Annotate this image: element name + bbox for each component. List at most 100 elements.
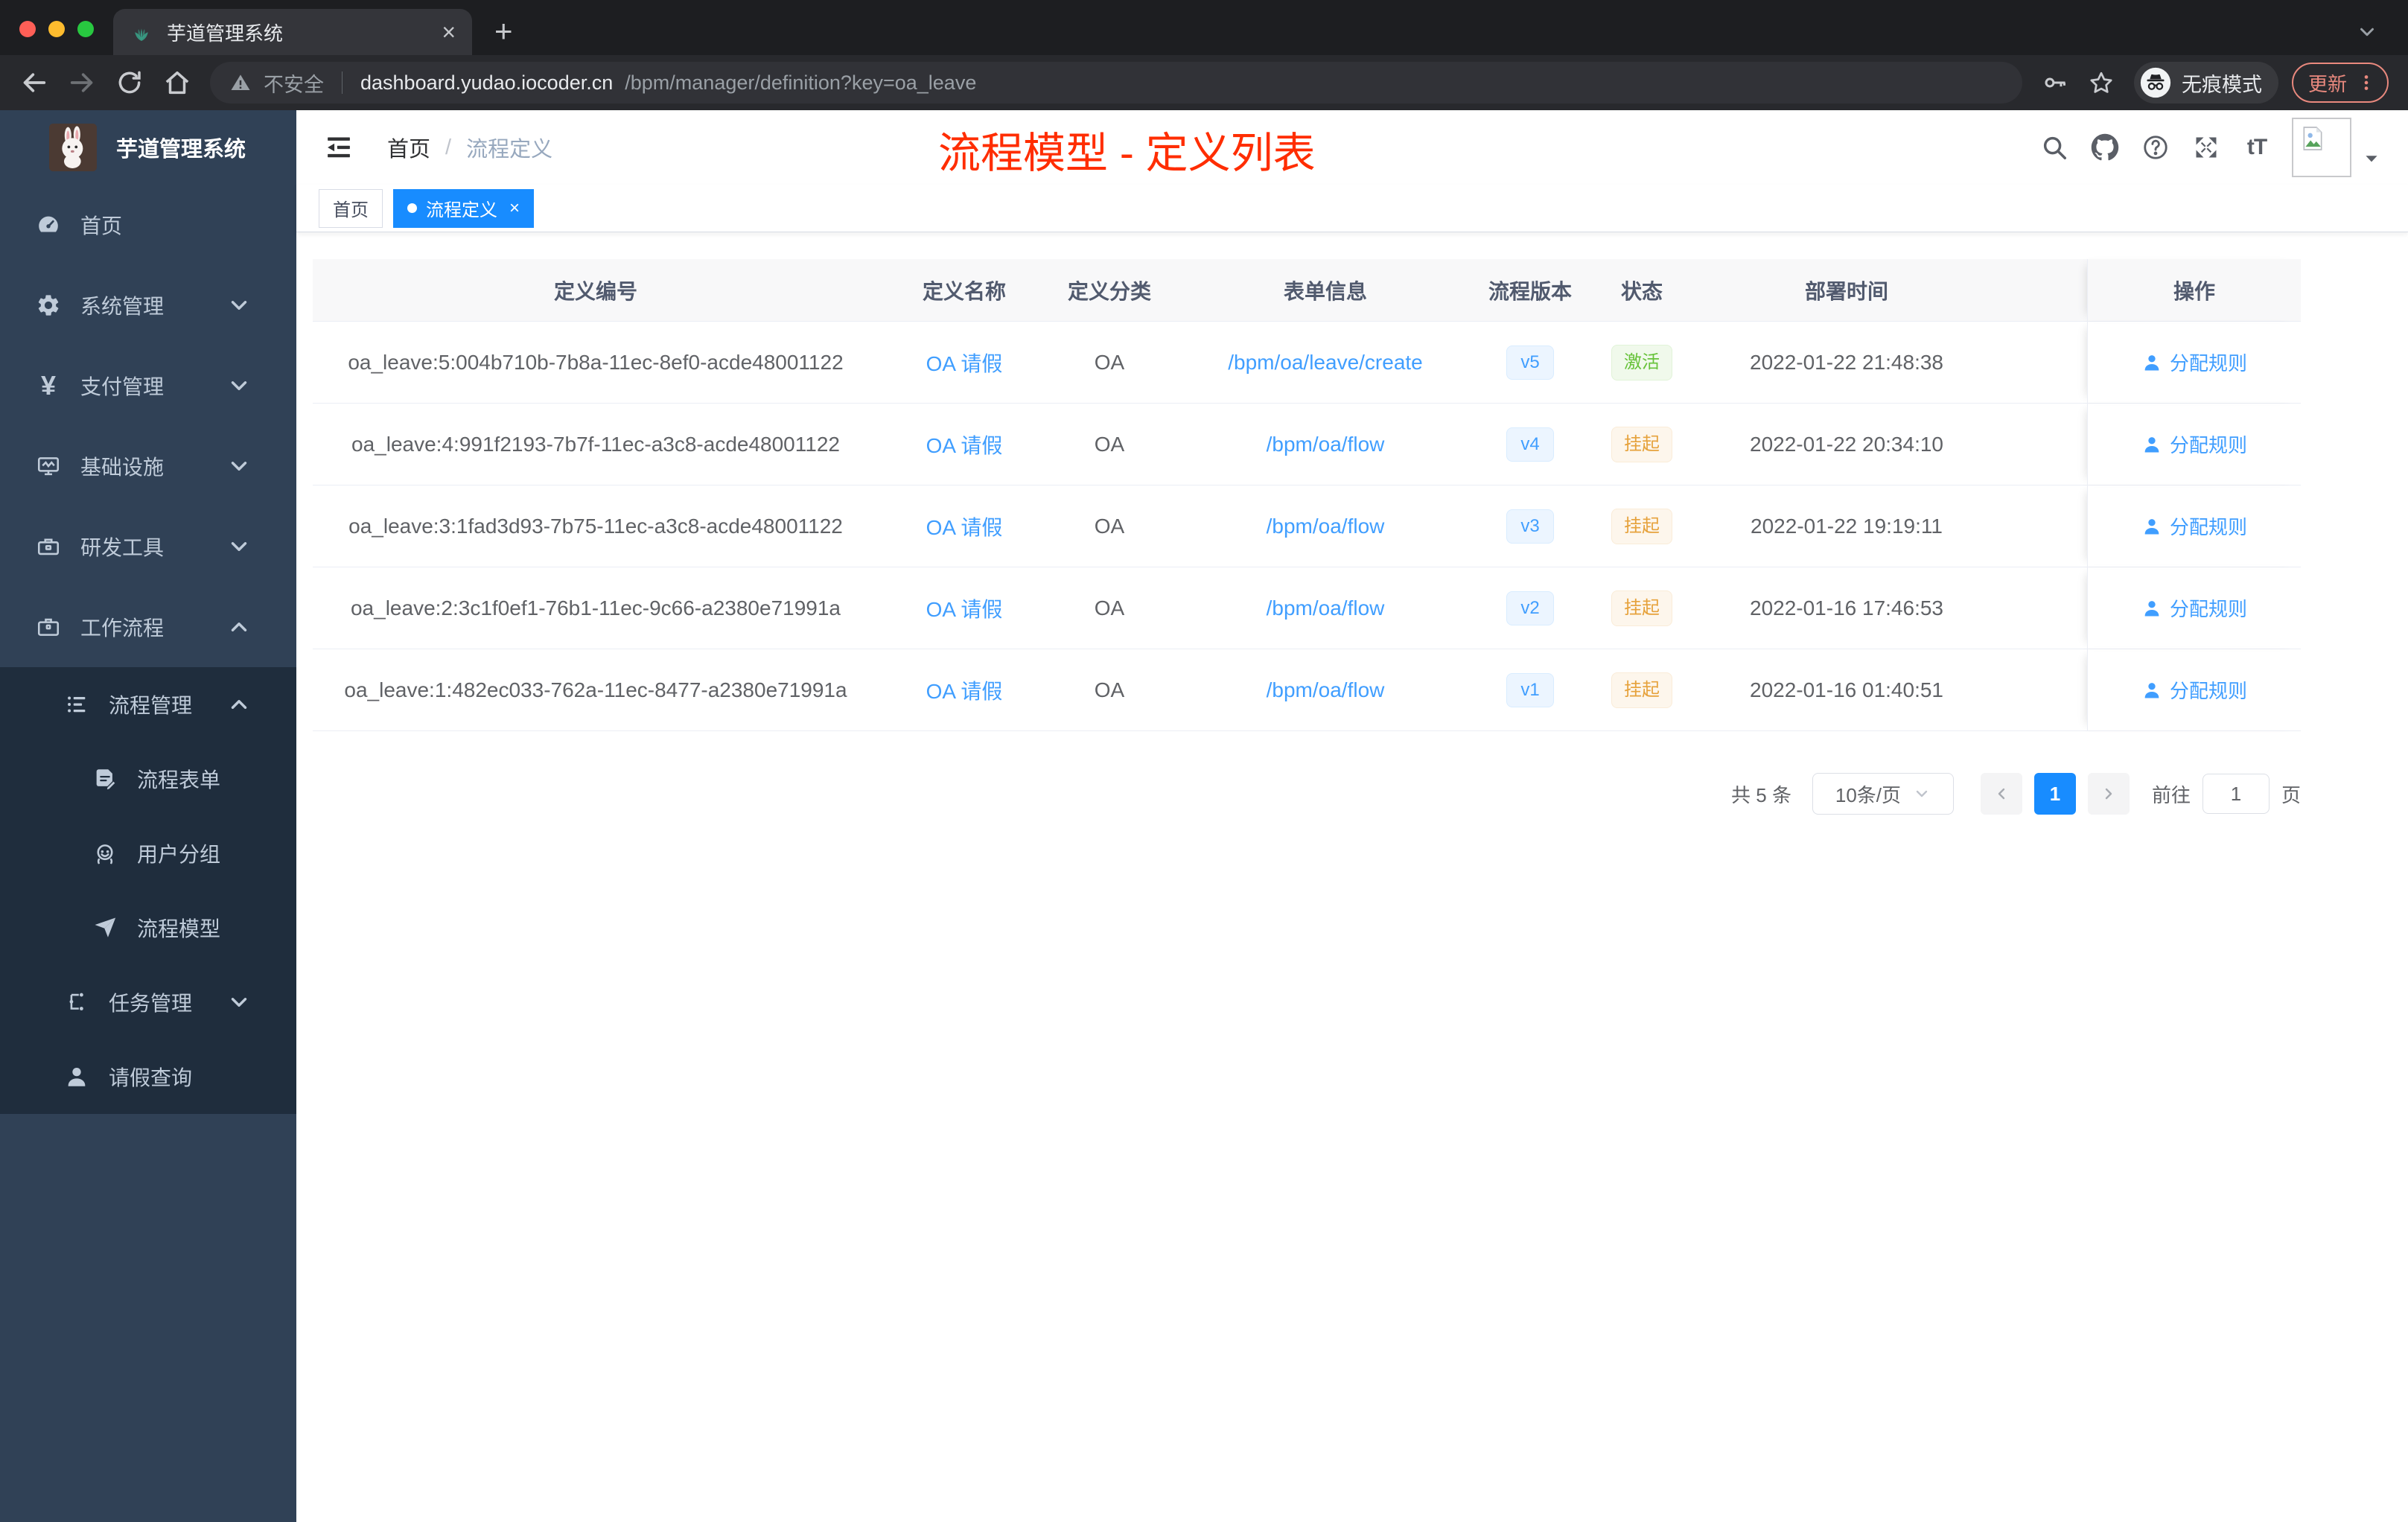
forward-icon[interactable] [67,68,97,98]
page-size-select[interactable]: 10条/页 [1812,773,1954,815]
chrome-update-button[interactable]: 更新 [2291,63,2389,103]
form-link[interactable]: /bpm/oa/flow [1267,433,1385,456]
table-body: oa_leave:5:004b710b-7b8a-11ec-8ef0-acde4… [313,322,2301,731]
deploy-time-cell: 2022-01-22 21:48:38 [1750,350,1943,374]
assign-rule-button[interactable]: 分配规则 [2141,348,2247,376]
form-link[interactable]: /bpm/oa/leave/create [1228,351,1423,375]
page-size-value: 10条/页 [1835,783,1902,806]
table-header-row: 定义编号 定义名称 定义分类 表单信息 流程版本 状态 部署时间 操作 [313,259,2301,322]
definition-name-link[interactable]: OA 请假 [926,430,1003,459]
definition-name-link[interactable]: OA 请假 [926,348,1003,378]
definition-name-link[interactable]: OA 请假 [926,675,1003,705]
user-group-icon [92,841,118,866]
goto-page-input[interactable] [2202,774,2270,814]
back-icon[interactable] [19,68,49,98]
caret-down-icon[interactable] [2362,149,2381,168]
sidebar-item-process-model[interactable]: 流程模型 [0,891,296,965]
tag-item[interactable]: 首页 [319,188,383,228]
sidebar-item-label: 支付管理 [80,375,165,398]
table-row: oa_leave:4:991f2193-7b7f-11ec-a3c8-acde4… [313,404,2301,485]
sidebar-item-label: 首页 [80,214,123,238]
avatar[interactable] [2292,118,2351,177]
column-header: 状态 [1620,279,1663,303]
font-size-icon[interactable]: tT [2243,133,2271,162]
sidebar-item-infra[interactable]: 基础设施 [0,426,296,506]
person-icon [2141,352,2162,373]
form-link[interactable]: /bpm/oa/flow [1267,596,1385,620]
form-link[interactable]: /bpm/oa/flow [1267,515,1385,538]
assign-rule-button[interactable]: 分配规则 [2141,676,2247,704]
definition-name-link[interactable]: OA 请假 [926,512,1003,541]
bookmark-star-icon[interactable] [2088,69,2115,96]
sidebar: 芋道管理系统 首页系统管理 ¥ 支付管理 基础设施 研发工具 工作流程 流程管理 流程表单 用户… [0,110,296,1522]
help-icon[interactable] [2141,133,2170,162]
tag-active[interactable]: 流程定义 × [393,188,535,228]
sidebar-item-leave-query[interactable]: 请假查询 [0,1039,296,1114]
sidebar-item-home[interactable]: 首页 [0,185,296,265]
sidebar-item-payment[interactable]: ¥ 支付管理 [0,346,296,426]
home-icon[interactable] [162,68,192,98]
breadcrumb: 首页 / 流程定义 [387,132,552,163]
window-minimize-button[interactable] [48,21,65,37]
pagination-total: 共 5 条 [1731,783,1791,806]
not-secure-warning-icon [229,71,252,94]
password-key-icon[interactable] [2042,69,2068,96]
chevron-right-icon [2100,785,2118,803]
sidebar-item-process-form[interactable]: 流程表单 [0,742,296,816]
column-header: 部署时间 [1804,279,1888,303]
sidebar-item-devtools[interactable]: 研发工具 [0,506,296,587]
pagination: 共 5 条 10条/页 1 前往 页 [296,773,2301,815]
tab-close-icon[interactable]: × [442,19,456,46]
assign-rule-label: 分配规则 [2169,598,2247,620]
navbar-actions: tT [2018,118,2381,177]
new-tab-button[interactable]: + [494,13,513,49]
definition-id-cell: oa_leave:2:3c1f0ef1-76b1-11ec-9c66-a2380… [350,596,841,620]
chevron-down-icon [226,373,252,398]
tab-favicon-leaf-icon [130,20,153,44]
definition-name-link[interactable]: OA 请假 [926,593,1003,623]
github-icon[interactable] [2091,133,2119,162]
next-page-button[interactable] [2087,773,2130,815]
address-divider [342,71,343,94]
filler-cell [1988,322,2088,403]
prev-page-button[interactable] [1980,773,2022,815]
sidebar-item-process-mgmt[interactable]: 流程管理 [0,667,296,742]
sidebar-item-user-group[interactable]: 用户分组 [0,816,296,891]
assign-rule-button[interactable]: 分配规则 [2141,594,2247,622]
chevron-left-icon [1993,785,2010,803]
category-cell: OA [1094,514,1125,538]
sidebar-item-system[interactable]: 系统管理 [0,265,296,346]
status-badge: 挂起 [1611,590,1672,626]
category-cell: OA [1094,678,1125,701]
kebab-menu-icon[interactable] [2356,72,2377,93]
tag-close-icon[interactable]: × [509,198,520,219]
page-number-button[interactable]: 1 [2033,773,2076,815]
chevron-down-icon [226,534,252,559]
sidebar-item-workflow[interactable]: 工作流程 [0,587,296,667]
search-icon[interactable] [2040,133,2068,162]
window-close-button[interactable] [19,21,36,37]
sidebar-item-label: 流程模型 [137,917,221,940]
fullscreen-icon[interactable] [2192,133,2220,162]
table-row: oa_leave:5:004b710b-7b8a-11ec-8ef0-acde4… [313,322,2301,404]
dashboard-icon [36,212,61,238]
address-bar[interactable]: 不安全 dashboard.yudao.iocoder.cn/bpm/manag… [210,62,2022,104]
breadcrumb-current: 流程定义 [466,138,553,162]
tags-view-bar: 首页 流程定义 × [296,185,2408,232]
browser-tab[interactable]: 芋道管理系统 × [113,9,472,55]
deploy-time-cell: 2022-01-22 19:19:11 [1751,514,1943,538]
breadcrumb-home[interactable]: 首页 [387,132,430,163]
sidebar-item-task-mgmt[interactable]: 任务管理 [0,965,296,1039]
assign-rule-button[interactable]: 分配规则 [2141,430,2247,458]
form-link[interactable]: /bpm/oa/flow [1267,678,1385,702]
window-controls [19,21,94,37]
gear-icon [36,293,61,318]
sidebar-logo[interactable]: 芋道管理系统 [0,110,296,185]
tab-search-chevron-icon[interactable] [2356,21,2378,43]
sidebar-toggle-hamburger-icon[interactable] [323,132,354,163]
assign-rule-button[interactable]: 分配规则 [2141,512,2247,540]
sidebar-item-label: 系统管理 [80,295,165,318]
reload-icon[interactable] [115,68,144,98]
person-icon [2141,598,2162,619]
window-zoom-button[interactable] [77,21,94,37]
